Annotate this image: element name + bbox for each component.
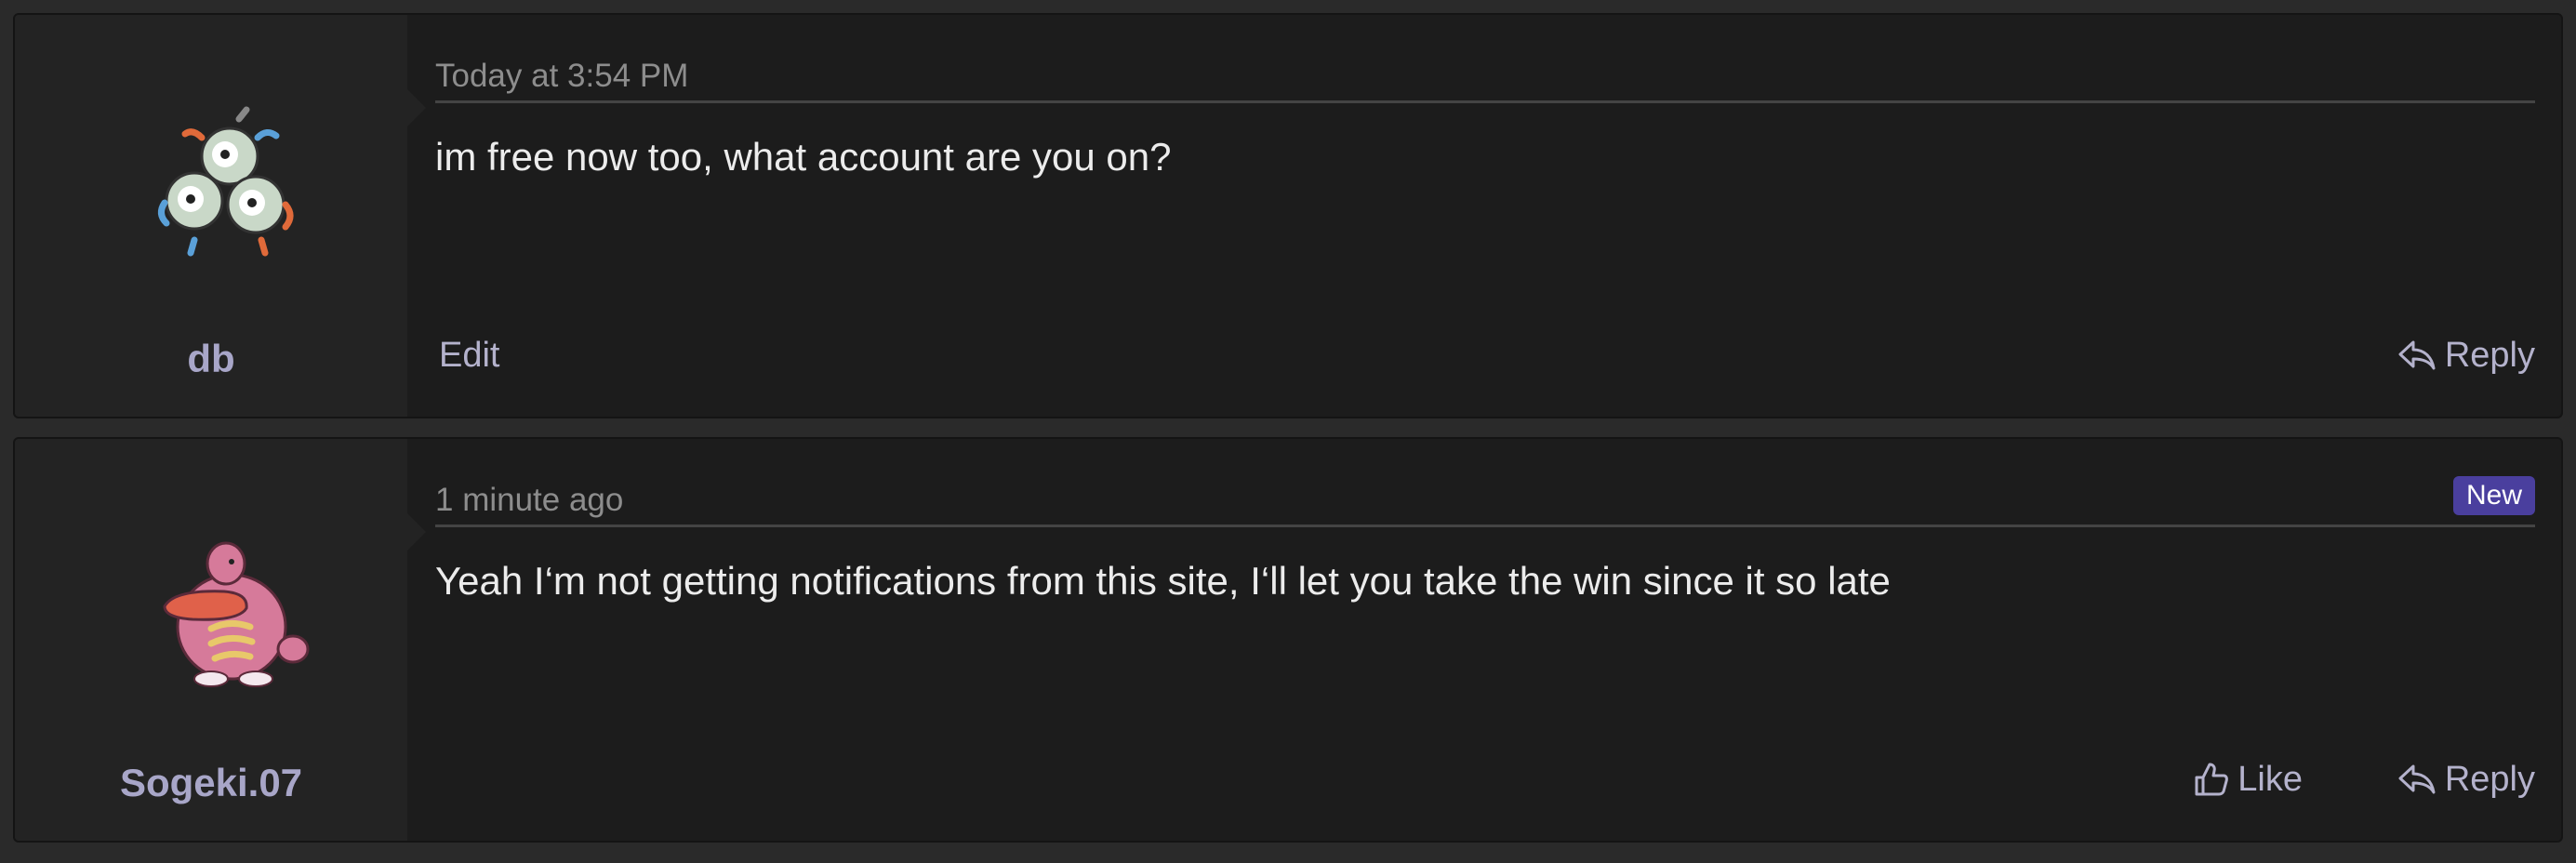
timestamp[interactable]: 1 minute ago [435, 482, 623, 519]
user-cell-arrow [407, 89, 426, 126]
username[interactable]: db [15, 337, 407, 381]
post-meta: 1 minute ago New [435, 471, 2535, 527]
avatar[interactable] [137, 524, 323, 692]
edit-button[interactable]: Edit [439, 329, 499, 381]
user-cell: Sogeki.07 [15, 439, 426, 841]
post: Sogeki.07 1 minute ago New Yeah I‘m not … [13, 437, 2563, 843]
edit-label: Edit [439, 336, 500, 375]
reply-button[interactable]: Reply [2397, 753, 2535, 805]
thumbs-up-icon [2195, 763, 2229, 796]
post: db Today at 3:54 PM im free now too, wha… [13, 13, 2563, 418]
avatar[interactable] [137, 100, 323, 268]
new-badge: New [2452, 476, 2535, 515]
lickitung-sprite-icon [163, 541, 310, 687]
message-text: im free now too, what account are you on… [435, 135, 1172, 179]
message-thread: db Today at 3:54 PM im free now too, wha… [0, 0, 2576, 863]
post-meta: Today at 3:54 PM [435, 46, 2535, 103]
username[interactable]: Sogeki.07 [15, 761, 407, 805]
reply-icon [2398, 340, 2436, 370]
message-text: Yeah I‘m not getting notifications from … [435, 559, 1891, 603]
user-cell-arrow [407, 513, 426, 551]
reply-icon [2398, 764, 2436, 794]
user-cell: db [15, 15, 426, 417]
like-label: Like [2237, 760, 2303, 799]
reply-label: Reply [2444, 336, 2535, 375]
post-actions: Edit Reply [435, 329, 2535, 381]
reply-button[interactable]: Reply [2397, 329, 2535, 381]
post-actions: Like Reply [435, 753, 2535, 805]
post-content: Today at 3:54 PM im free now too, what a… [435, 15, 2535, 417]
magneton-sprite-icon [158, 106, 294, 257]
post-content: 1 minute ago New Yeah I‘m not getting no… [435, 439, 2535, 841]
like-button[interactable]: Like [2193, 753, 2303, 805]
reply-label: Reply [2444, 760, 2535, 799]
timestamp[interactable]: Today at 3:54 PM [435, 58, 688, 95]
